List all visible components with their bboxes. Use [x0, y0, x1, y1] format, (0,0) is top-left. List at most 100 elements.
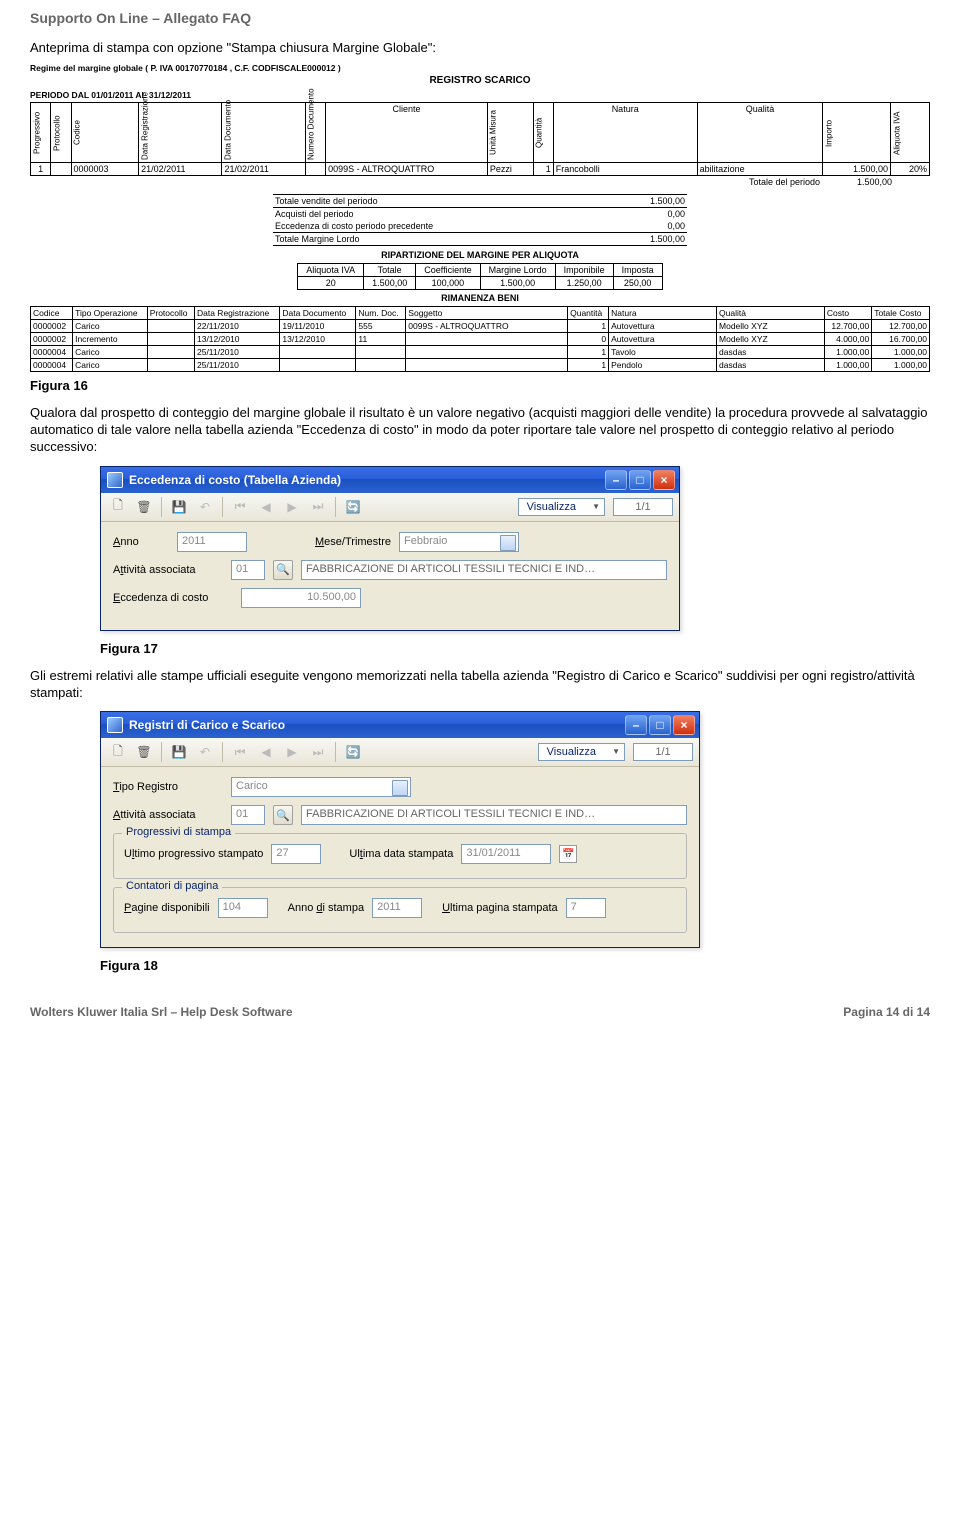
tipo-registro-label: Tipo Registro: [113, 781, 223, 793]
col: Progressivo: [31, 103, 51, 163]
cell: Carico: [73, 320, 148, 333]
cell: 0000004: [31, 346, 73, 359]
minimize-button[interactable]: –: [605, 470, 627, 490]
ult-data-field[interactable]: 31/01/2011: [461, 844, 551, 864]
cell: 1.000,00: [872, 359, 930, 372]
group-legend: Progressivi di stampa: [122, 826, 235, 838]
app-icon: [107, 717, 123, 733]
cell: 12.700,00: [872, 320, 930, 333]
page-header: Supporto On Line – Allegato FAQ: [30, 10, 930, 26]
mese-combo[interactable]: Febbraio: [399, 532, 519, 552]
eccedenza-window: Eccedenza di costo (Tabella Azienda) – □…: [100, 466, 680, 631]
minimize-button[interactable]: –: [625, 715, 647, 735]
next-icon[interactable]: ▶: [281, 496, 303, 518]
anno-field[interactable]: 2011: [177, 532, 247, 552]
calendar-icon[interactable]: 📅: [559, 845, 577, 863]
footer-right: Pagina 14 di 14: [843, 1005, 930, 1019]
cell: 13/12/2010: [280, 333, 356, 346]
table-row: 0000004Carico25/11/20101Tavolodasdas1.00…: [31, 346, 930, 359]
delete-icon[interactable]: 🗑: [133, 741, 155, 763]
col: Imponibile: [555, 264, 613, 277]
binocular-icon[interactable]: 🔍: [273, 805, 293, 825]
cell: [356, 346, 406, 359]
cell: [51, 163, 71, 176]
titlebar[interactable]: Eccedenza di costo (Tabella Azienda) – □…: [101, 467, 679, 493]
refresh-icon[interactable]: 🔄: [342, 496, 364, 518]
col: Data Registrazione: [194, 307, 279, 320]
cell: [406, 346, 568, 359]
cell: 11: [356, 333, 406, 346]
new-icon[interactable]: 🗋: [107, 741, 129, 763]
intro-text: Anteprima di stampa con opzione "Stampa …: [30, 40, 930, 55]
eccedenza-field[interactable]: 10.500,00: [241, 588, 361, 608]
first-icon[interactable]: ⏮: [229, 496, 251, 518]
cell: 1.500,00: [364, 277, 416, 290]
cell: 1.000,00: [824, 346, 871, 359]
col: Num. Doc.: [356, 307, 406, 320]
col: Qualità: [717, 307, 825, 320]
report-period: PERIODO DAL 01/01/2011 AL 31/12/2011: [30, 90, 930, 100]
sum-value: 1.500,00: [607, 233, 687, 246]
ult-pag-field[interactable]: 7: [566, 898, 606, 918]
ult-prog-field[interactable]: 27: [271, 844, 321, 864]
prev-icon[interactable]: ◀: [255, 741, 277, 763]
paragraph-2: Gli estremi relativi alle stampe ufficia…: [30, 668, 930, 702]
save-icon[interactable]: 💾: [168, 741, 190, 763]
maximize-button[interactable]: □: [649, 715, 671, 735]
app-icon: [107, 472, 123, 488]
undo-icon[interactable]: ↶: [194, 741, 216, 763]
col: Numero Documento: [305, 103, 325, 163]
mode-combo[interactable]: Visualizza: [518, 498, 605, 516]
attivita-code-field[interactable]: 01: [231, 805, 265, 825]
table-row: 1 0000003 21/02/2011 21/02/2011 0099S - …: [31, 163, 930, 176]
close-button[interactable]: ×: [673, 715, 695, 735]
close-button[interactable]: ×: [653, 470, 675, 490]
cell: 1.250,00: [555, 277, 613, 290]
titlebar[interactable]: Registri di Carico e Scarico – □ ×: [101, 712, 699, 738]
cell: Modello XYZ: [717, 320, 825, 333]
cell: 1: [568, 346, 609, 359]
sum-value: 0,00: [607, 220, 687, 233]
delete-icon[interactable]: 🗑: [133, 496, 155, 518]
last-icon[interactable]: ⏭: [307, 496, 329, 518]
table-row: 0000002Incremento13/12/201013/12/2010110…: [31, 333, 930, 346]
pagine-disp-field[interactable]: 104: [218, 898, 268, 918]
cell: Pezzi: [487, 163, 533, 176]
ult-data-label: Ultima data stampata: [349, 848, 453, 860]
cell: [305, 163, 325, 176]
toolbar: 🗋 🗑 💾 ↶ ⏮ ◀ ▶ ⏭ 🔄 Visualizza 1/1: [101, 738, 699, 767]
cell: 16.700,00: [872, 333, 930, 346]
anno-stampa-field[interactable]: 2011: [372, 898, 422, 918]
cell: [356, 359, 406, 372]
undo-icon[interactable]: ↶: [194, 496, 216, 518]
new-icon[interactable]: 🗋: [107, 496, 129, 518]
pager-display: 1/1: [633, 743, 693, 761]
binocular-icon[interactable]: 🔍: [273, 560, 293, 580]
cell: 0000002: [31, 333, 73, 346]
prev-icon[interactable]: ◀: [255, 496, 277, 518]
cell: 19/11/2010: [280, 320, 356, 333]
last-icon[interactable]: ⏭: [307, 741, 329, 763]
cell: Incremento: [73, 333, 148, 346]
col: Aliquota IVA: [891, 103, 930, 163]
cell: 12.700,00: [824, 320, 871, 333]
contatori-group: Contatori di pagina Pagine disponibili 1…: [113, 887, 687, 933]
cell: 0000003: [71, 163, 139, 176]
cell: 1: [568, 359, 609, 372]
cell: 250,00: [613, 277, 662, 290]
cell: [147, 346, 194, 359]
cell: Carico: [73, 359, 148, 372]
group-legend: Contatori di pagina: [122, 880, 222, 892]
col: Totale: [364, 264, 416, 277]
save-icon[interactable]: 💾: [168, 496, 190, 518]
first-icon[interactable]: ⏮: [229, 741, 251, 763]
tipo-registro-combo[interactable]: Carico: [231, 777, 411, 797]
anno-label: Anno: [113, 536, 169, 548]
pager-display: 1/1: [613, 498, 673, 516]
refresh-icon[interactable]: 🔄: [342, 741, 364, 763]
maximize-button[interactable]: □: [629, 470, 651, 490]
mode-combo[interactable]: Visualizza: [538, 743, 625, 761]
sum-label: Totale vendite del periodo: [273, 195, 607, 208]
next-icon[interactable]: ▶: [281, 741, 303, 763]
attivita-code-field[interactable]: 01: [231, 560, 265, 580]
